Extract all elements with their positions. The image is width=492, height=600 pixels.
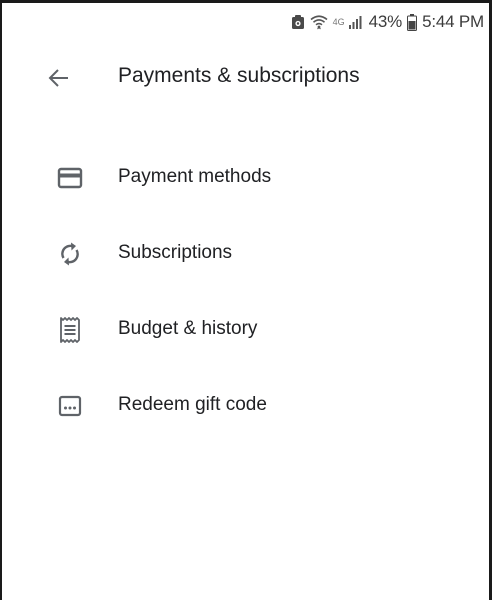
battery-percent: 43% bbox=[368, 12, 403, 31]
status-bar: 4G 43% 5:44 PM bbox=[291, 10, 484, 34]
menu-item-label: Payment methods bbox=[118, 166, 272, 187]
arrow-back-icon bbox=[48, 69, 68, 87]
menu-item-label: Subscriptions bbox=[118, 242, 233, 263]
menu-item-redeem-gift-code[interactable]: Redeem gift code bbox=[0, 368, 492, 444]
lte-icon: 4G bbox=[332, 17, 345, 27]
clock: 5:44 PM bbox=[422, 12, 484, 31]
app-bar: Payments & subscriptions bbox=[0, 55, 492, 101]
back-button[interactable] bbox=[44, 63, 74, 93]
phone-screen: 4G 43% 5:44 PM Payments & subscriptions … bbox=[0, 0, 492, 600]
wifi-icon bbox=[310, 14, 328, 30]
menu-item-payment-methods[interactable]: Payment methods bbox=[0, 140, 492, 216]
gift-code-icon bbox=[56, 392, 84, 420]
menu-item-subscriptions[interactable]: Subscriptions bbox=[0, 216, 492, 292]
page-title: Payments & subscriptions bbox=[118, 64, 360, 87]
sync-icon bbox=[56, 240, 84, 268]
payments-menu: Payment methods Subscriptions Budget & h… bbox=[0, 140, 492, 444]
menu-item-budget-history[interactable]: Budget & history bbox=[0, 292, 492, 368]
frame-top-edge bbox=[0, 0, 492, 3]
battery-icon bbox=[407, 13, 418, 31]
receipt-icon bbox=[56, 316, 84, 344]
notification-icon bbox=[291, 14, 305, 30]
signal-icon bbox=[348, 14, 364, 30]
credit-card-icon bbox=[56, 164, 84, 192]
menu-item-label: Redeem gift code bbox=[118, 394, 267, 415]
menu-item-label: Budget & history bbox=[118, 318, 258, 339]
